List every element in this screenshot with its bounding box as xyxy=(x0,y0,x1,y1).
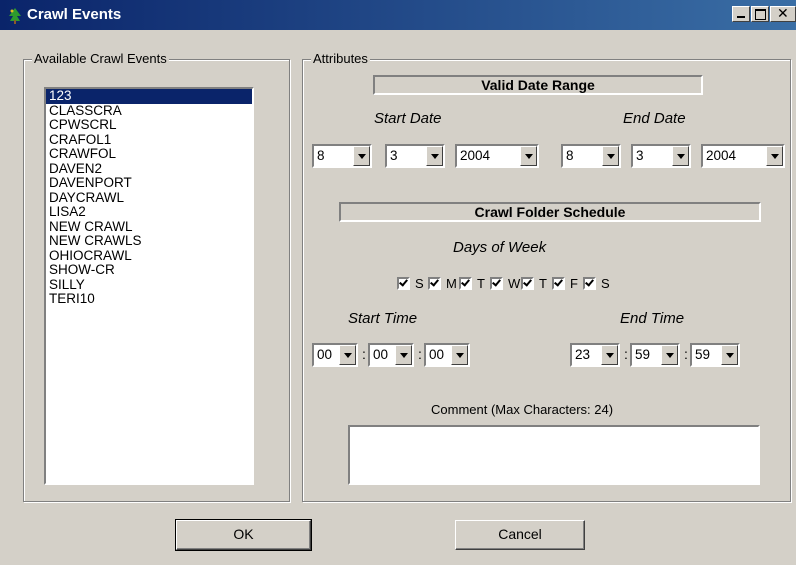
list-item[interactable]: CRAWFOL xyxy=(46,146,252,162)
time-separator: : xyxy=(624,346,628,362)
dropdown-arrow-icon[interactable] xyxy=(602,146,619,166)
list-item[interactable]: SHOW-CR xyxy=(46,262,252,278)
window-title: Crawl Events xyxy=(27,6,122,23)
day-checkbox-4[interactable] xyxy=(521,277,534,290)
attributes-label: Attributes xyxy=(311,51,370,66)
days-of-week-label: Days of Week xyxy=(453,239,547,256)
dropdown-arrow-icon[interactable] xyxy=(601,345,618,365)
close-button[interactable]: ✕ xyxy=(770,5,796,22)
list-item[interactable]: TERI10 xyxy=(46,291,252,307)
day-checkbox-0[interactable] xyxy=(397,277,410,290)
ok-button[interactable]: OK xyxy=(175,519,312,551)
crawl-folder-schedule-header: Crawl Folder Schedule xyxy=(339,202,761,222)
list-item[interactable]: DAVEN2 xyxy=(46,161,252,177)
day-checkbox-label: S xyxy=(601,276,610,291)
comment-field[interactable] xyxy=(348,425,760,485)
list-item[interactable]: NEW CRAWLS xyxy=(46,233,252,249)
valid-date-range-header: Valid Date Range xyxy=(373,75,703,95)
end-minute-select[interactable]: 59 xyxy=(630,343,680,367)
list-item[interactable]: DAYCRAWL xyxy=(46,190,252,206)
list-item[interactable]: CRAFOL1 xyxy=(46,132,252,148)
dropdown-arrow-icon[interactable] xyxy=(339,345,356,365)
end-day-select[interactable]: 3 xyxy=(631,144,691,168)
title-bar[interactable]: Crawl Events ✕ xyxy=(0,0,796,30)
day-checkbox-label: W xyxy=(508,276,521,291)
list-item[interactable]: DAVENPORT xyxy=(46,175,252,191)
day-checkbox-2[interactable] xyxy=(459,277,472,290)
dropdown-arrow-icon[interactable] xyxy=(721,345,738,365)
start-hour-select[interactable]: 00 xyxy=(312,343,358,367)
app-tree-icon xyxy=(9,8,21,24)
maximize-button[interactable] xyxy=(751,6,769,22)
day-checkbox-label: T xyxy=(539,276,547,291)
time-separator: : xyxy=(418,346,422,362)
list-item[interactable]: LISA2 xyxy=(46,204,252,220)
day-checkbox-label: M xyxy=(446,276,457,291)
day-checkbox-5[interactable] xyxy=(552,277,565,290)
available-events-label: Available Crawl Events xyxy=(32,51,169,66)
dropdown-arrow-icon[interactable] xyxy=(451,345,468,365)
close-icon: ✕ xyxy=(777,5,789,21)
dropdown-arrow-icon[interactable] xyxy=(661,345,678,365)
list-item[interactable]: SILLY xyxy=(46,277,252,293)
cancel-button[interactable]: Cancel xyxy=(455,520,585,550)
time-separator: : xyxy=(362,346,366,362)
day-checkbox-label: T xyxy=(477,276,485,291)
list-item[interactable]: OHIOCRAWL xyxy=(46,248,252,264)
end-date-label: End Date xyxy=(623,110,686,127)
list-item[interactable]: CPWSCRL xyxy=(46,117,252,133)
start-date-label: Start Date xyxy=(374,110,442,127)
list-item[interactable]: CLASSCRA xyxy=(46,103,252,119)
end-second-select[interactable]: 59 xyxy=(690,343,740,367)
start-month-select[interactable]: 8 xyxy=(312,144,372,168)
crawl-events-list[interactable]: 123 CLASSCRA CPWSCRL CRAFOL1 CRAWFOL DAVEN2 DA… xyxy=(44,87,254,485)
dropdown-arrow-icon[interactable] xyxy=(395,345,412,365)
time-separator: : xyxy=(684,346,688,362)
end-year-select[interactable]: 2004 xyxy=(701,144,785,168)
start-minute-select[interactable]: 00 xyxy=(368,343,414,367)
end-time-label: End Time xyxy=(620,310,685,327)
day-checkbox-label: F xyxy=(570,276,578,291)
dropdown-arrow-icon[interactable] xyxy=(766,146,783,166)
day-checkbox-1[interactable] xyxy=(428,277,441,290)
dropdown-arrow-icon[interactable] xyxy=(672,146,689,166)
start-second-select[interactable]: 00 xyxy=(424,343,470,367)
end-month-select[interactable]: 8 xyxy=(561,144,621,168)
dropdown-arrow-icon[interactable] xyxy=(353,146,370,166)
start-year-select[interactable]: 2004 xyxy=(455,144,539,168)
day-checkbox-6[interactable] xyxy=(583,277,596,290)
start-time-label: Start Time xyxy=(348,310,418,327)
dropdown-arrow-icon[interactable] xyxy=(520,146,537,166)
day-checkbox-3[interactable] xyxy=(490,277,503,290)
day-checkbox-label: S xyxy=(415,276,424,291)
minimize-button[interactable] xyxy=(732,6,750,22)
list-item[interactable]: 123 xyxy=(46,89,252,104)
comment-label: Comment (Max Characters: 24) xyxy=(431,402,614,417)
dropdown-arrow-icon[interactable] xyxy=(426,146,443,166)
list-item[interactable]: NEW CRAWL xyxy=(46,219,252,235)
end-hour-select[interactable]: 23 xyxy=(570,343,620,367)
start-day-select[interactable]: 3 xyxy=(385,144,445,168)
